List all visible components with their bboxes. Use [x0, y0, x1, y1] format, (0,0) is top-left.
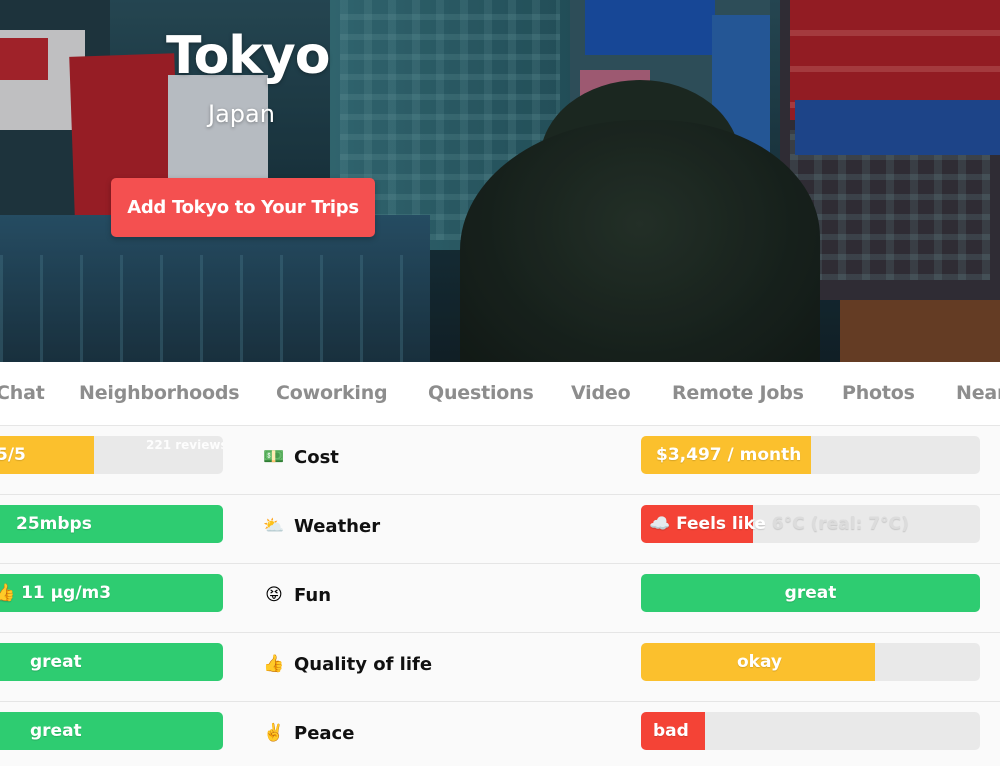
city-title: Tokyo [166, 26, 331, 86]
tab-near[interactable]: Near [956, 382, 1000, 404]
cloud-sun-icon: ⛅ [263, 516, 285, 536]
review-count: 221 reviews [146, 438, 223, 452]
country-subtitle: Japan [208, 100, 275, 128]
overall-score-bar: 5/5 221 reviews [0, 436, 223, 474]
internet-speed-value: 25mbps [16, 514, 92, 534]
air-quality-text: 11 μg/m3 [21, 583, 112, 603]
tab-questions[interactable]: Questions [428, 382, 534, 404]
score-row: 5/5 221 reviews 💵 Cost $3,497 / month [0, 426, 1000, 495]
score-row: 25mbps ⛅ Weather ☁️ Feels like 6°C (real… [0, 495, 1000, 564]
hero-banner: Tokyo Japan Add Tokyo to Your Trips [0, 0, 1000, 362]
weather-value-main: ☁️ Feels like [649, 514, 766, 534]
metric-label-cost: Cost [294, 447, 339, 468]
left-score-bar: great [0, 712, 223, 750]
cost-value: $3,497 / month [656, 445, 802, 465]
metric-label-quality-of-life: Quality of life [294, 654, 433, 675]
thumbs-up-icon: 👍 [0, 583, 16, 603]
weather-bar[interactable]: ☁️ Feels like 6°C (real: 7°C) [641, 505, 980, 543]
money-icon: 💵 [263, 447, 285, 467]
peace-bar[interactable]: bad [641, 712, 980, 750]
quality-of-life-value: okay [737, 652, 783, 672]
left-score-value: great [30, 652, 82, 672]
tongue-face-icon: 😝 [265, 585, 283, 605]
internet-speed-bar: 25mbps [0, 505, 223, 543]
weather-value: ☁️ Feels like 6°C (real: 7°C) [649, 505, 909, 543]
metric-label-fun: Fun [294, 585, 332, 606]
add-to-trips-button[interactable]: Add Tokyo to Your Trips [111, 178, 375, 237]
tab-remote-jobs[interactable]: Remote Jobs [672, 382, 804, 404]
score-row: great 👍 Quality of life okay [0, 633, 1000, 702]
tab-photos[interactable]: Photos [842, 382, 915, 404]
peace-value: bad [653, 721, 689, 741]
tab-neighborhoods[interactable]: Neighborhoods [79, 382, 240, 404]
left-score-bar: great [0, 643, 223, 681]
metric-label-weather: Weather [294, 516, 381, 537]
air-quality-bar: 👍 11 μg/m3 [0, 574, 223, 612]
thumbs-up-icon: 👍 [263, 654, 285, 674]
peace-hand-icon: ✌️ [263, 723, 285, 743]
left-score-value: great [30, 721, 82, 741]
fun-bar[interactable]: great [641, 574, 980, 612]
overall-score-value: 5/5 [0, 445, 26, 465]
cost-bar[interactable]: $3,497 / month [641, 436, 980, 474]
score-row: great ✌️ Peace bad [0, 702, 1000, 766]
city-tabs: Chat Neighborhoods Coworking Questions V… [0, 362, 1000, 426]
tab-coworking[interactable]: Coworking [276, 382, 388, 404]
weather-value-rest: 6°C (real: 7°C) [765, 514, 909, 534]
tab-video[interactable]: Video [571, 382, 631, 404]
fun-value: great [784, 583, 837, 603]
quality-of-life-bar[interactable]: okay [641, 643, 980, 681]
metric-label-peace: Peace [294, 723, 355, 744]
score-row: 👍 11 μg/m3 😝 Fun great [0, 564, 1000, 633]
air-quality-value: 👍 11 μg/m3 [0, 574, 111, 612]
tab-chat[interactable]: Chat [0, 382, 45, 404]
